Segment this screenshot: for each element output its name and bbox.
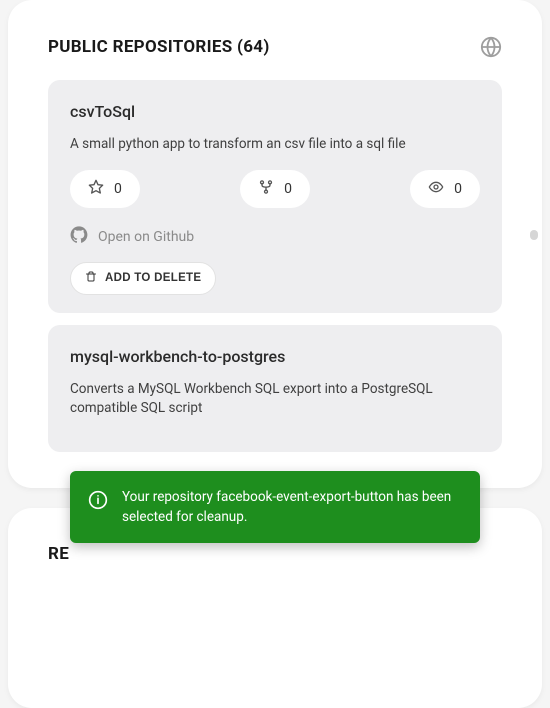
repo-card: mysql-workbench-to-postgres Converts a M… xyxy=(48,325,502,452)
toast-message: Your repository facebook-event-export-bu… xyxy=(122,487,462,528)
open-on-github-link[interactable]: Open on Github xyxy=(70,226,480,248)
section-header: PUBLIC REPOSITORIES (64) xyxy=(48,36,502,58)
second-section-title: RE xyxy=(48,544,502,564)
stats-row: 0 0 0 xyxy=(70,170,480,208)
stars-count: 0 xyxy=(114,181,122,197)
github-icon xyxy=(70,226,88,248)
watchers-pill[interactable]: 0 xyxy=(410,170,480,208)
watchers-count: 0 xyxy=(454,181,462,197)
repo-description: A small python app to transform an csv f… xyxy=(70,135,480,154)
scrollbar-thumb[interactable] xyxy=(530,230,538,240)
info-icon xyxy=(88,487,108,516)
open-on-github-label: Open on Github xyxy=(98,229,194,245)
add-to-delete-button[interactable]: ADD TO DELETE xyxy=(70,262,216,295)
forks-pill[interactable]: 0 xyxy=(240,170,310,208)
eye-icon xyxy=(428,179,444,199)
repo-card: csvToSql A small python app to transform… xyxy=(48,80,502,313)
section-title: PUBLIC REPOSITORIES (64) xyxy=(48,37,270,57)
toast-notification: Your repository facebook-event-export-bu… xyxy=(70,471,480,544)
forks-count: 0 xyxy=(284,181,292,197)
globe-icon xyxy=(480,36,502,58)
repo-description: Converts a MySQL Workbench SQL export in… xyxy=(70,380,480,418)
add-to-delete-label: ADD TO DELETE xyxy=(105,272,201,284)
repo-title: csvToSql xyxy=(70,102,480,121)
stars-pill[interactable]: 0 xyxy=(70,170,140,208)
star-icon xyxy=(88,179,104,199)
fork-icon xyxy=(258,179,274,199)
trash-icon xyxy=(85,271,97,286)
repo-title: mysql-workbench-to-postgres xyxy=(70,347,480,366)
public-repos-card: PUBLIC REPOSITORIES (64) csvToSql A smal… xyxy=(8,0,542,488)
